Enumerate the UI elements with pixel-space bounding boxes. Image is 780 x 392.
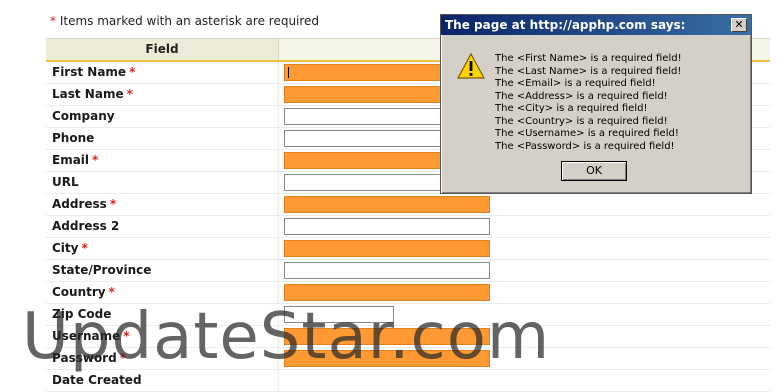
- field-label: Phone: [46, 128, 279, 149]
- address-input[interactable]: [284, 196, 490, 213]
- field-cell: [279, 194, 770, 215]
- zip-code-input[interactable]: [284, 306, 394, 323]
- text-caret: [288, 67, 289, 78]
- warning-icon: [457, 53, 485, 79]
- table-row: City *: [46, 238, 770, 260]
- field-label: Password *: [46, 348, 279, 369]
- table-row: Password *: [46, 348, 770, 370]
- required-note-text: Items marked with an asterisk are requir…: [59, 14, 320, 28]
- field-label: Username *: [46, 326, 279, 347]
- field-cell: [279, 260, 770, 281]
- required-asterisk: *: [92, 153, 99, 167]
- password-input[interactable]: [284, 350, 490, 367]
- field-label: State/Province: [46, 260, 279, 281]
- dialog-message: The <Username> is a required field!: [495, 128, 679, 139]
- dialog-titlebar: The page at http://apphp.com says: ✕: [441, 15, 751, 35]
- required-note: * Items marked with an asterisk are requ…: [50, 14, 319, 28]
- required-asterisk: *: [109, 197, 117, 211]
- country-input[interactable]: [284, 284, 490, 301]
- required-asterisk: *: [126, 87, 133, 101]
- city-input[interactable]: [284, 240, 490, 257]
- dialog-message: The <City> is a required field!: [495, 103, 648, 114]
- table-row: Address *: [46, 194, 770, 216]
- table-row: Address 2: [46, 216, 770, 238]
- required-note-asterisk: *: [50, 14, 56, 28]
- table-row: Country *: [46, 282, 770, 304]
- table-row: Zip Code: [46, 304, 770, 326]
- field-label-text: Country: [52, 285, 106, 299]
- dialog-message: The <Email> is a required field!: [495, 78, 656, 89]
- field-cell: [279, 238, 770, 259]
- alert-dialog: The page at http://apphp.com says: ✕ The…: [440, 14, 752, 194]
- field-label-text: Address: [52, 197, 107, 211]
- field-label: Address *: [46, 194, 279, 215]
- required-asterisk: *: [108, 285, 115, 299]
- dialog-messages: The <First Name> is a required field! The…: [495, 53, 682, 153]
- field-label-text: Last Name: [52, 87, 124, 101]
- field-label: First Name *: [46, 62, 279, 83]
- field-label: Address 2: [46, 216, 279, 237]
- table-row: State/Province: [46, 260, 770, 282]
- dialog-message: The <Address> is a required field!: [495, 90, 668, 102]
- address-2-input[interactable]: [284, 218, 490, 235]
- field-label: URL: [46, 172, 279, 193]
- field-label: City *: [46, 238, 279, 259]
- field-label: Company: [46, 106, 279, 127]
- field-label-text: Zip Code: [52, 307, 112, 321]
- table-row: Username *: [46, 326, 770, 348]
- close-icon: ✕: [734, 18, 744, 31]
- field-label-text: Address 2: [52, 219, 120, 233]
- ok-button[interactable]: OK: [561, 161, 627, 181]
- field-label-text: Password: [52, 351, 117, 365]
- dialog-message: The <First Name> is a required field!: [495, 53, 682, 64]
- dialog-message: The <Country> is a required field!: [495, 115, 668, 127]
- field-label-text: Date Created: [52, 373, 142, 387]
- field-label-text: City: [52, 241, 79, 255]
- state-province-input[interactable]: [284, 262, 490, 279]
- field-label-text: Company: [52, 109, 115, 123]
- required-asterisk: *: [119, 351, 126, 365]
- field-cell: [279, 326, 770, 347]
- field-label-text: Phone: [52, 131, 95, 145]
- field-cell: [279, 282, 770, 303]
- field-label: Last Name *: [46, 84, 279, 105]
- field-label-text: Username: [52, 329, 121, 343]
- dialog-message: The <Password> is a required field!: [495, 140, 675, 152]
- field-cell: [279, 304, 770, 325]
- required-asterisk: *: [123, 329, 130, 343]
- field-cell: [279, 348, 770, 369]
- field-label-text: First Name: [52, 65, 127, 79]
- header-field: Field: [46, 39, 279, 60]
- field-label: Country *: [46, 282, 279, 303]
- required-asterisk: *: [81, 241, 88, 255]
- field-label: Email *: [46, 150, 279, 171]
- field-label: Zip Code: [46, 304, 279, 325]
- close-button[interactable]: ✕: [731, 18, 747, 32]
- username-input[interactable]: [284, 328, 490, 345]
- required-asterisk: *: [129, 65, 136, 79]
- field-label-text: URL: [52, 175, 79, 189]
- dialog-message: The <Last Name> is a required field!: [495, 65, 682, 77]
- table-row: Date Created: [46, 370, 770, 392]
- field-label-text: Email: [52, 153, 90, 167]
- field-label-text: State/Province: [52, 263, 152, 277]
- field-cell: [279, 216, 770, 237]
- dialog-title: The page at http://apphp.com says:: [445, 18, 686, 32]
